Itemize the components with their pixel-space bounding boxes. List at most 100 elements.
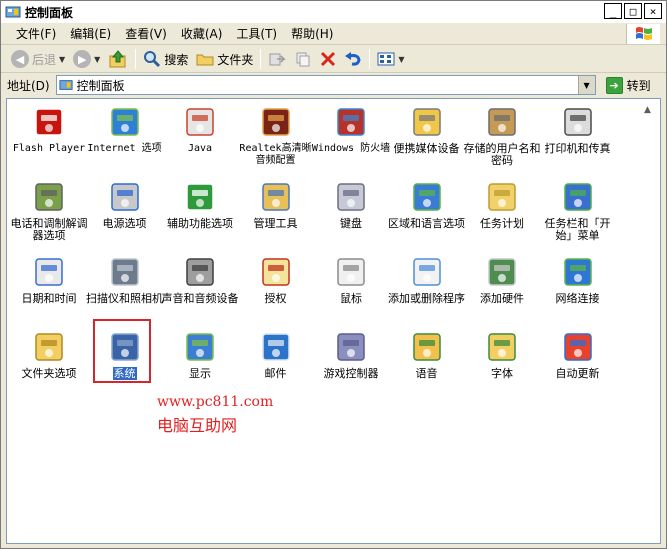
go-button[interactable]: ➔ 转到 bbox=[602, 75, 655, 95]
control-panel-item[interactable]: 授权 bbox=[236, 255, 316, 305]
control-panel-item[interactable]: 声音和音频设备 bbox=[160, 255, 240, 305]
control-panel-item[interactable]: 扫描仪和照相机 bbox=[85, 255, 165, 305]
item-label-text: 字体 bbox=[491, 367, 513, 380]
control-panel-item[interactable]: 辅助功能选项 bbox=[160, 180, 240, 230]
back-arrow-icon: ◀ bbox=[11, 50, 29, 68]
window-title: 控制面板 bbox=[25, 5, 74, 20]
copy-to-icon bbox=[296, 52, 310, 67]
control-panel-item[interactable]: 添加硬件 bbox=[462, 255, 542, 305]
control-panel-item[interactable]: 打印机和传真 bbox=[538, 105, 618, 155]
watermark: www.pc811.com 电脑互助网 bbox=[157, 394, 273, 436]
menu-favorites[interactable]: 收藏(A) bbox=[174, 24, 230, 44]
item-label-text: 辅助功能选项 bbox=[167, 217, 233, 230]
address-value: 控制面板 bbox=[76, 78, 125, 93]
fonts-icon bbox=[485, 330, 519, 364]
views-button[interactable]: ▼ bbox=[373, 47, 408, 71]
item-label-text: 电源选项 bbox=[102, 217, 147, 230]
control-panel-item[interactable]: Internet 选项 bbox=[85, 105, 165, 155]
item-label: 显示 bbox=[160, 368, 240, 380]
move-to-button[interactable] bbox=[264, 47, 290, 71]
delete-button[interactable] bbox=[316, 47, 340, 71]
item-label: 辅助功能选项 bbox=[160, 218, 240, 230]
control-panel-item[interactable]: Realtek高清晰音频配置 bbox=[236, 105, 316, 167]
item-label-text: Realtek高清晰音频配置 bbox=[239, 143, 312, 166]
folders-button[interactable]: 文件夹 bbox=[192, 47, 257, 71]
item-label-text: 管理工具 bbox=[253, 217, 298, 230]
item-label: Realtek高清晰音频配置 bbox=[236, 143, 316, 167]
item-label-text: 文件夹选项 bbox=[21, 367, 77, 380]
control-panel-item[interactable]: 显示 bbox=[160, 330, 240, 380]
toolbar-separator bbox=[260, 49, 262, 69]
menu-view[interactable]: 查看(V) bbox=[118, 24, 174, 44]
item-label: 扫描仪和照相机 bbox=[85, 293, 165, 305]
item-label-text: 授权 bbox=[264, 292, 287, 305]
control-panel-window: 控制面板 _ □ × 文件(F) 编辑(E) 查看(V) 收藏(A) 工具(T)… bbox=[0, 0, 667, 549]
item-label: 管理工具 bbox=[236, 218, 316, 230]
forward-button[interactable]: ▶ ▼ bbox=[69, 47, 104, 71]
title-bar[interactable]: 控制面板 _ □ × bbox=[1, 1, 666, 23]
mouse-icon bbox=[334, 255, 368, 289]
item-label: 键盘 bbox=[311, 218, 391, 230]
control-panel-item[interactable]: 文件夹选项 bbox=[9, 330, 89, 380]
back-button[interactable]: ◀ 后退 ▼ bbox=[7, 47, 69, 71]
control-panel-item[interactable]: 区域和语言选项 bbox=[387, 180, 467, 230]
windows-logo-icon bbox=[626, 24, 660, 44]
menu-file[interactable]: 文件(F) bbox=[9, 24, 63, 44]
copy-to-button[interactable] bbox=[290, 47, 316, 71]
control-panel-item[interactable]: Windows 防火墙 bbox=[311, 105, 391, 155]
control-panel-item[interactable]: 语音 bbox=[387, 330, 467, 380]
control-panel-item[interactable]: 任务计划 bbox=[462, 180, 542, 230]
control-panel-item[interactable]: 自动更新 bbox=[538, 330, 618, 380]
search-button[interactable]: 搜索 bbox=[139, 47, 192, 71]
item-label: 便携媒体设备 bbox=[387, 143, 467, 155]
control-panel-item[interactable]: 电话和调制解调器选项 bbox=[9, 180, 89, 242]
control-panel-item[interactable]: 存储的用户名和密码 bbox=[462, 105, 542, 167]
control-panel-item[interactable]: 字体 bbox=[462, 330, 542, 380]
control-panel-item[interactable]: 电源选项 bbox=[85, 180, 165, 230]
item-label: Internet 选项 bbox=[85, 143, 165, 155]
add-hardware-icon bbox=[485, 255, 519, 289]
address-label: 地址(D) bbox=[7, 78, 50, 93]
scroll-up-icon[interactable]: ▲ bbox=[644, 105, 656, 117]
toolbar: ◀ 后退 ▼ ▶ ▼ 搜索 文件夹 ▼ bbox=[1, 46, 666, 73]
menu-help[interactable]: 帮助(H) bbox=[284, 24, 340, 44]
control-panel-item[interactable]: 鼠标 bbox=[311, 255, 391, 305]
control-panel-item[interactable]: Java bbox=[160, 105, 240, 155]
item-label: 声音和音频设备 bbox=[160, 293, 240, 305]
address-field[interactable]: 控制面板 ▼ bbox=[55, 75, 596, 95]
control-panel-item[interactable]: 管理工具 bbox=[236, 180, 316, 230]
firewall-icon bbox=[334, 105, 368, 139]
item-label: 邮件 bbox=[236, 368, 316, 380]
item-label-text: 电话和调制解调器选项 bbox=[10, 217, 88, 242]
menu-tools[interactable]: 工具(T) bbox=[229, 24, 284, 44]
control-panel-item[interactable]: 网络连接 bbox=[538, 255, 618, 305]
internet-options-icon bbox=[108, 105, 142, 139]
up-folder-icon bbox=[109, 50, 126, 68]
undo-button[interactable] bbox=[340, 47, 366, 71]
control-panel-item[interactable]: 添加或删除程序 bbox=[387, 255, 467, 305]
close-button[interactable]: × bbox=[644, 3, 662, 19]
control-panel-item[interactable]: 邮件 bbox=[236, 330, 316, 380]
item-label-text: 日期和时间 bbox=[21, 292, 77, 305]
minimize-button[interactable]: _ bbox=[604, 3, 622, 19]
control-panel-item[interactable]: Flash Player bbox=[9, 105, 89, 155]
item-label: 任务栏和「开始」菜单 bbox=[538, 218, 618, 242]
menu-edit[interactable]: 编辑(E) bbox=[63, 24, 118, 44]
item-label: 字体 bbox=[462, 368, 542, 380]
control-panel-item[interactable]: 游戏控制器 bbox=[311, 330, 391, 380]
item-label: 存储的用户名和密码 bbox=[462, 143, 542, 167]
control-panel-item[interactable]: 日期和时间 bbox=[9, 255, 89, 305]
control-panel-item[interactable]: 键盘 bbox=[311, 180, 391, 230]
address-dropdown-button[interactable]: ▼ bbox=[577, 76, 595, 94]
views-icon bbox=[377, 52, 395, 66]
item-label: Java bbox=[160, 143, 240, 155]
control-panel-item[interactable]: 任务栏和「开始」菜单 bbox=[538, 180, 618, 242]
up-button[interactable] bbox=[104, 47, 132, 71]
item-label-text: 声音和音频设备 bbox=[161, 292, 239, 305]
maximize-button[interactable]: □ bbox=[624, 3, 642, 19]
item-label-text: 打印机和传真 bbox=[544, 142, 611, 155]
item-label-text: 任务栏和「开始」菜单 bbox=[544, 217, 611, 242]
control-panel-item[interactable]: 便携媒体设备 bbox=[387, 105, 467, 155]
go-arrow-icon: ➔ bbox=[605, 76, 623, 94]
media-device-icon bbox=[410, 105, 444, 139]
